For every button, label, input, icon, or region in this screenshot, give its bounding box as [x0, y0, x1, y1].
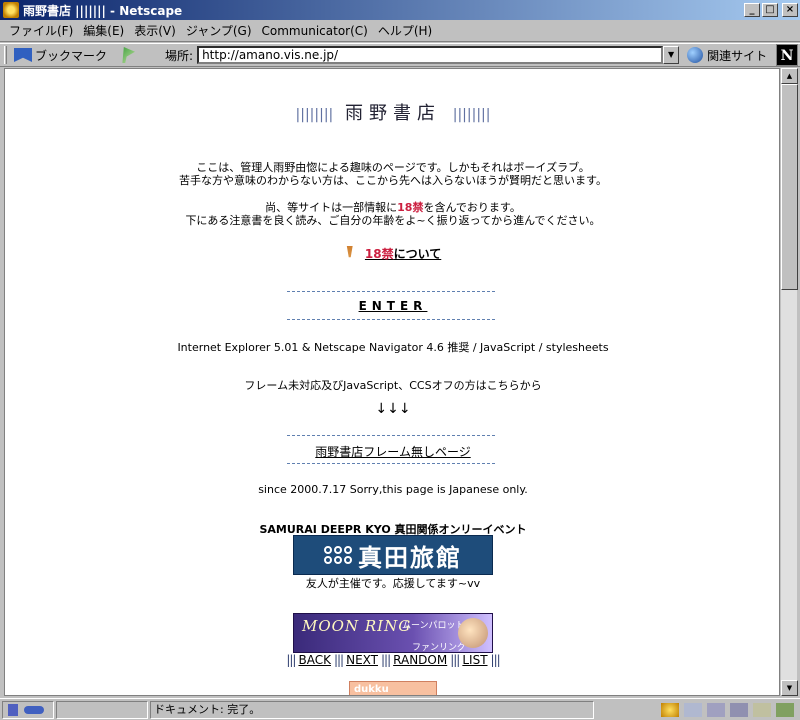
site-title-text: 雨野書店 — [345, 103, 441, 124]
ring-nav: ||| BACK ||| NEXT ||| RANDOM ||| LIST ||| — [286, 653, 500, 667]
window-title: 雨野書店 ||||||| - Netscape — [23, 3, 183, 18]
moon-ring-sub2: ファンリング — [412, 643, 467, 653]
window-controls: _ □ × — [744, 3, 798, 17]
friend-note: 友人が主催です。応援してます~vv — [305, 577, 481, 590]
status-bar: ドキュメント: 完了。 — [0, 698, 800, 720]
progress-panel — [56, 700, 148, 719]
notice-text: 尚、等サイトは一部情報に18禁を含んでおります。 下にある注意書を良く読み、ご自… — [5, 201, 779, 227]
notice-line-2: 下にある注意書を良く読み、ご自分の年齢をよ~く振り返ってから進んでください。 — [185, 214, 601, 227]
menu-bar: ファイル(F) 編集(E) 表示(V) ジャンプ(G) Communicator… — [0, 20, 800, 42]
menu-go[interactable]: ジャンプ(G) — [181, 22, 257, 39]
r18-about-link[interactable]: 18禁について — [365, 247, 441, 261]
security-icon — [8, 703, 18, 716]
dots-logo-icon — [324, 546, 352, 564]
mail-icon[interactable] — [684, 702, 702, 717]
netscape-logo[interactable]: N — [776, 44, 798, 66]
component-tray — [661, 702, 794, 717]
bookmark-icon — [14, 48, 32, 62]
location-label: 場所: — [165, 48, 194, 63]
site-title: |||||||| 雨野書店 |||||||| — [5, 99, 779, 125]
maximize-button[interactable]: □ — [762, 3, 778, 17]
noframe-note: フレーム未対応及びJavaScript、CCSオフの方はこちらから — [244, 379, 542, 392]
menu-view[interactable]: 表示(V) — [129, 22, 181, 39]
related-sites-button[interactable]: 関連サイト — [687, 47, 767, 64]
location-dropdown-button[interactable]: ▼ — [663, 46, 680, 64]
page-proxy-icon[interactable] — [122, 47, 136, 63]
vertical-scrollbar[interactable]: ▲ ▼ — [780, 68, 798, 696]
composer-icon[interactable] — [753, 702, 771, 717]
bookmarks-button[interactable]: ブックマーク — [10, 47, 111, 64]
location-input[interactable] — [197, 46, 664, 64]
menu-communicator[interactable]: Communicator(C) — [257, 24, 373, 38]
status-text: ドキュメント: 完了。 — [150, 700, 594, 719]
down-arrows: ↓↓↓ — [375, 401, 411, 417]
intro-line-1: ここは、管理人雨野由惚による趣味のページです。しかもそれはボーイズラブ。 — [196, 161, 590, 174]
window-title-bar[interactable]: 雨野書店 ||||||| - Netscape _ □ × — [0, 0, 800, 20]
r18-section: 18禁について — [5, 245, 779, 264]
nav-back-link[interactable]: BACK — [298, 653, 330, 667]
newsgroups-icon[interactable] — [707, 702, 725, 717]
intro-text: ここは、管理人雨野由惚による趣味のページです。しかもそれはボーイズラブ。 苦手な… — [5, 161, 779, 187]
sanada-banner-text: 真田旅館 — [358, 543, 462, 572]
navigator-icon[interactable] — [661, 702, 679, 717]
menu-help[interactable]: ヘルプ(H) — [373, 22, 437, 39]
moon-ring-sub1: ムーンパロット — [402, 621, 465, 631]
r18-highlight: 18禁 — [397, 201, 424, 214]
toolbar-grip[interactable] — [4, 46, 7, 64]
divider — [287, 435, 495, 436]
moon-ring-banner[interactable]: MOON RING ムーンパロット ファンリング — [293, 613, 493, 653]
bookmarks-label: ブックマーク — [35, 48, 108, 63]
netscape-app-icon — [3, 2, 19, 18]
character-portrait-icon — [458, 618, 488, 648]
divider — [287, 319, 495, 320]
dukku-banner[interactable]: dukku — [349, 681, 437, 695]
content-viewport: |||||||| 雨野書店 |||||||| ここは、管理人雨野由惚による趣味の… — [4, 68, 780, 696]
nav-next-link[interactable]: NEXT — [346, 653, 378, 667]
related-sites-label: 関連サイト — [707, 48, 768, 63]
divider — [287, 291, 495, 292]
divider — [287, 463, 495, 464]
globe-icon — [687, 47, 704, 63]
close-button[interactable]: × — [782, 3, 798, 17]
notice-line-1: 尚、等サイトは一部情報に18禁を含んでおります。 — [265, 201, 521, 214]
connection-icon — [23, 705, 44, 714]
title-bars-right: |||||||| — [452, 107, 491, 123]
moon-ring-title: MOON RING — [302, 617, 412, 635]
scroll-up-button[interactable]: ▲ — [781, 68, 798, 84]
browser-recommendation: Internet Explorer 5.01 & Netscape Naviga… — [177, 341, 609, 354]
menu-edit[interactable]: 編集(E) — [78, 22, 129, 39]
checkmark-icon[interactable] — [776, 702, 794, 717]
minimize-button[interactable]: _ — [744, 3, 760, 17]
scroll-down-button[interactable]: ▼ — [781, 680, 798, 696]
scroll-thumb[interactable] — [781, 84, 798, 290]
intro-line-2: 苦手な方や意味のわからない方は、ここから先へは入らないほうが賢明だと思います。 — [179, 174, 607, 187]
location-toolbar: ブックマーク 場所: ▼ 関連サイト N — [0, 43, 800, 67]
enter-link[interactable]: ENTER — [5, 299, 779, 313]
sanada-ryokan-banner[interactable]: 真田旅館 — [293, 535, 493, 575]
address-book-icon[interactable] — [730, 702, 748, 717]
security-panel[interactable] — [2, 700, 54, 719]
title-bars-left: |||||||| — [295, 107, 334, 123]
nav-list-link[interactable]: LIST — [462, 653, 487, 667]
nav-random-link[interactable]: RANDOM — [393, 653, 447, 667]
noframe-page-link[interactable]: 雨野書店フレーム無しページ — [5, 443, 779, 460]
exclamation-icon — [346, 245, 353, 258]
menu-file[interactable]: ファイル(F) — [4, 22, 78, 39]
since-note: since 2000.7.17 Sorry,this page is Japan… — [258, 483, 528, 496]
